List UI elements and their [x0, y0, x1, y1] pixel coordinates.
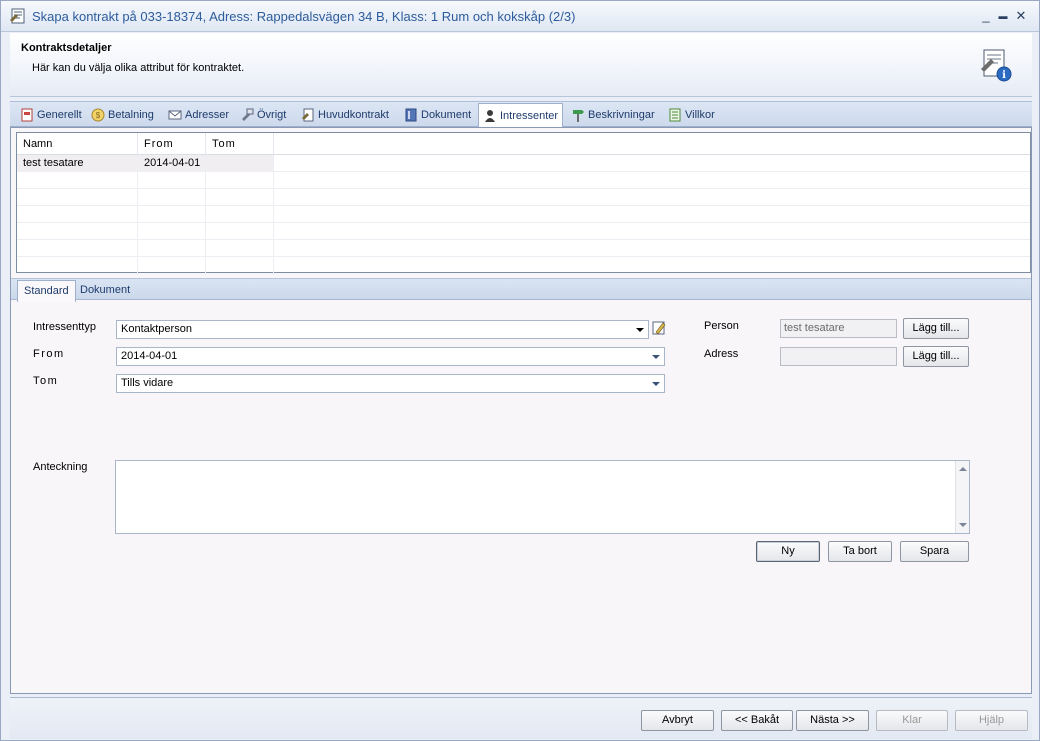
subtab-standard[interactable]: Standard: [17, 280, 76, 302]
tab-betalning[interactable]: $ Betalning: [87, 104, 158, 126]
anteckning-textarea[interactable]: [115, 460, 970, 534]
contract-info-icon: i: [981, 49, 1012, 82]
tom-date-picker[interactable]: Tills vidare: [116, 374, 665, 393]
person-icon: [485, 110, 495, 122]
page-title: Kontraktsdetaljer: [21, 42, 112, 54]
wizard-window: Skapa kontrakt på 033-18374, Adress: Rap…: [0, 0, 1040, 741]
intressenter-grid: Namn From Tom test tesatare 2014-04-01: [16, 132, 1031, 274]
svg-text:$: $: [96, 111, 101, 120]
tab-content: Namn From Tom test tesatare 2014-04-01 S…: [10, 127, 1032, 694]
table-row[interactable]: test tesatare 2014-04-01: [17, 155, 1030, 172]
close-button[interactable]: ✕: [1013, 7, 1029, 25]
column-header-tom[interactable]: Tom: [206, 133, 274, 155]
chevron-down-icon: [636, 328, 644, 332]
grid-header: Namn From Tom: [17, 133, 1030, 155]
sub-tabs: Standard Dokument: [11, 278, 1031, 302]
title-bar: Skapa kontrakt på 033-18374, Adress: Rap…: [1, 1, 1039, 32]
main-tabs: Generellt $ Betalning Adresser Övrigt Hu…: [10, 101, 1032, 128]
anteckning-label: Anteckning: [33, 461, 88, 473]
from-label: From: [33, 348, 65, 360]
from-date-picker[interactable]: 2014-04-01: [116, 347, 665, 366]
signpost-icon: [573, 110, 584, 122]
klar-button[interactable]: Klar: [876, 710, 948, 731]
intressenttyp-label: Intressenttyp: [33, 321, 96, 333]
empty-row: [17, 172, 1030, 189]
app-icon: [10, 8, 25, 24]
cell-from: 2014-04-01: [138, 155, 206, 172]
tab-dokument[interactable]: Dokument: [400, 104, 475, 126]
wizard-footer: Avbryt << Bakåt Nästa >> Klar Hjälp: [10, 697, 1032, 739]
tom-label: Tom: [33, 375, 59, 387]
tab-huvudkontrakt[interactable]: Huvudkontrakt: [297, 104, 393, 126]
scroll-down-icon[interactable]: [959, 523, 967, 527]
scroll-up-icon[interactable]: [959, 467, 967, 471]
ta-bort-button[interactable]: Ta bort: [828, 541, 892, 562]
empty-row: [17, 240, 1030, 257]
add-adress-button[interactable]: Lägg till...: [903, 346, 969, 367]
tools-icon: [242, 108, 254, 121]
tab-ovrigt[interactable]: Övrigt: [236, 104, 290, 126]
empty-row: [17, 189, 1030, 206]
person-field: test tesatare: [780, 319, 897, 338]
adress-label: Adress: [704, 348, 739, 360]
page-subtitle: Här kan du välja olika attribut för kont…: [32, 62, 245, 74]
empty-row: [17, 206, 1030, 223]
ny-button[interactable]: Ny: [756, 541, 820, 562]
empty-row: [17, 257, 1030, 274]
tab-adresser[interactable]: Adresser: [164, 104, 233, 126]
empty-row: [17, 223, 1030, 240]
cell-namn: test tesatare: [17, 155, 138, 172]
list-icon: [669, 108, 681, 122]
contract-icon: [302, 108, 314, 122]
tab-intressenter[interactable]: Intressenter: [478, 103, 564, 128]
chevron-down-icon: [652, 382, 660, 386]
edit-icon[interactable]: [651, 320, 667, 336]
column-header-namn[interactable]: Namn: [17, 133, 138, 155]
document-icon: [21, 108, 33, 122]
avbryt-button[interactable]: Avbryt: [641, 710, 714, 731]
cell-tom: [206, 155, 274, 172]
column-header-from[interactable]: From: [138, 133, 206, 155]
window-title: Skapa kontrakt på 033-18374, Adress: Rap…: [32, 9, 576, 24]
textarea-scrollbar[interactable]: [955, 461, 969, 533]
tab-generellt[interactable]: Generellt: [16, 104, 86, 126]
maximize-button[interactable]: ▬: [995, 7, 1011, 25]
intressenttyp-select[interactable]: Kontaktperson: [116, 320, 649, 339]
tab-beskrivningar[interactable]: Beskrivningar: [567, 104, 659, 126]
person-label: Person: [704, 320, 739, 332]
wizard-header: Kontraktsdetaljer Här kan du välja olika…: [10, 33, 1032, 97]
coin-icon: $: [91, 108, 105, 122]
chevron-down-icon: [652, 355, 660, 359]
minimize-button[interactable]: _: [978, 7, 994, 25]
subtab-dokument[interactable]: Dokument: [74, 280, 136, 301]
back-button[interactable]: << Bakåt: [721, 710, 793, 731]
svg-text:i: i: [1002, 70, 1006, 81]
add-person-button[interactable]: Lägg till...: [903, 318, 969, 339]
spara-button[interactable]: Spara: [900, 541, 969, 562]
envelope-icon: [168, 110, 182, 120]
adress-field: [780, 347, 897, 366]
next-button[interactable]: Nästa >>: [796, 710, 869, 731]
tab-villkor[interactable]: Villkor: [664, 104, 719, 126]
help-button[interactable]: Hjälp: [955, 710, 1028, 731]
binder-icon: [405, 108, 417, 122]
